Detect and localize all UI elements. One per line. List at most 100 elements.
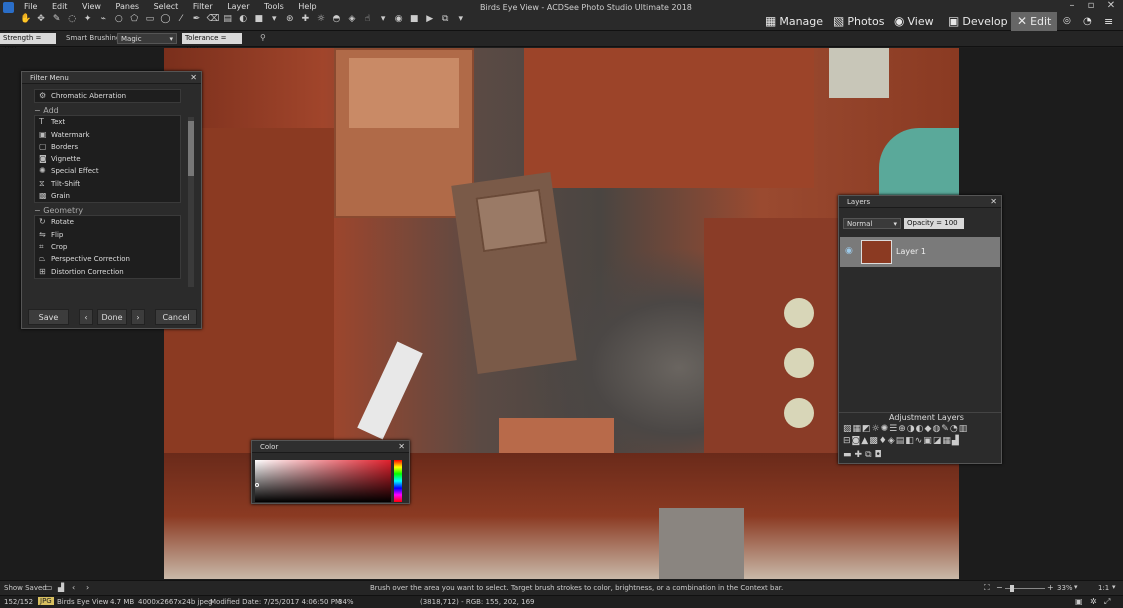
save-icon[interactable]: ▭ (45, 583, 53, 592)
filter-item-tilt-shift[interactable]: ⧖ Tilt-Shift (35, 178, 180, 190)
mode-edit[interactable]: ✕ Edit (1011, 12, 1058, 31)
done-button[interactable]: Done (97, 309, 127, 325)
dropper-tool-icon[interactable]: ⌁ (98, 14, 109, 25)
filter-scrollbar[interactable] (188, 117, 194, 287)
move-tool-icon[interactable]: ✥ (36, 14, 47, 25)
color-swatch-icon[interactable]: ■ (253, 14, 264, 25)
menu-help[interactable]: Help (292, 1, 322, 13)
hsl-icon[interactable]: ◑ (907, 424, 916, 434)
filter-item-rotate[interactable]: ↻ Rotate (35, 216, 180, 228)
mode-develop[interactable]: ▣ Develop (948, 12, 1008, 31)
filter-item-borders[interactable]: ▢ Borders (35, 141, 180, 153)
filter-item-chromatic-aberration[interactable]: ⚙ Chromatic Aberration (35, 90, 180, 102)
filter-item-watermark[interactable]: ▣ Watermark (35, 129, 180, 141)
notification-icon[interactable]: ◔ (1083, 12, 1092, 31)
menu-panes[interactable]: Panes (110, 1, 146, 13)
menu-view[interactable]: View (76, 1, 107, 13)
pyramid-icon[interactable]: ▲ (861, 436, 869, 446)
scrollbar-thumb[interactable] (188, 121, 194, 176)
auto-levels-icon[interactable]: ▦ (853, 424, 863, 434)
filter-item-special-effect[interactable]: ✺ Special Effect (35, 165, 180, 177)
camera-icon[interactable]: ◙ (852, 436, 862, 446)
close-button[interactable]: ✕ (1103, 0, 1119, 12)
gradient-tool-icon[interactable]: ▤ (222, 14, 233, 25)
settings-icon[interactable]: ✲ (1090, 597, 1097, 606)
acdsee-365-icon[interactable]: ◎ (1063, 12, 1071, 31)
brush-tool-icon[interactable]: ✎ (51, 14, 62, 25)
gradient-icon[interactable]: ▤ (896, 436, 906, 446)
shield-icon[interactable]: ◈ (888, 436, 896, 446)
mode-photos[interactable]: ▧ Photos (833, 12, 884, 31)
pen-tool-icon[interactable]: ✒ (191, 14, 202, 25)
cancel-button[interactable]: Cancel (155, 309, 197, 325)
vignette-adj-icon[interactable]: ◔ (950, 424, 959, 434)
line-tool-icon[interactable]: ⁄ (175, 14, 186, 25)
clarity-icon[interactable]: ▣ (923, 436, 933, 446)
fit-icon[interactable]: ⛶ (984, 583, 990, 593)
tone-curve-icon[interactable]: ◩ (862, 424, 872, 434)
exposure-icon[interactable]: ✺ (881, 424, 890, 434)
chevron-down-icon[interactable]: ▾ (455, 14, 466, 25)
mode-view[interactable]: ◉ View (894, 12, 934, 31)
smudge-tool-icon[interactable]: ☝ (362, 14, 373, 25)
add-layer-icon[interactable]: ✚ (855, 450, 866, 460)
filter-item-vignette[interactable]: ◙ Vignette (35, 153, 180, 165)
ellipse-select-icon[interactable]: ◯ (160, 14, 171, 25)
smart-brushing-select[interactable]: Magic ▾ (117, 33, 177, 44)
filter-group-geometry[interactable]: − Geometry (34, 206, 201, 215)
split-tone-icon[interactable]: ◧ (905, 436, 915, 446)
filter-item-text[interactable]: T Text (35, 116, 180, 128)
menu-layer[interactable]: Layer (221, 1, 255, 13)
show-saved-toggle[interactable]: Show Saved (4, 584, 47, 592)
mask-icon[interactable]: ◘ (875, 450, 885, 460)
previous-button[interactable]: ‹ (79, 309, 93, 325)
magic-wand-icon[interactable]: ✦ (82, 14, 93, 25)
filter-item-crop[interactable]: ⌗ Crop (35, 241, 180, 253)
grid-adj-icon[interactable]: ▩ (869, 436, 879, 446)
close-icon[interactable]: ✕ (398, 441, 405, 453)
next-button[interactable]: › (131, 309, 145, 325)
eye-icon[interactable]: ◉ (845, 246, 853, 256)
close-icon[interactable]: ✕ (990, 196, 997, 208)
batch-icon[interactable]: ⧉ (440, 14, 451, 25)
chevron-down-icon[interactable]: ▾ (1074, 583, 1078, 591)
white-balance-icon[interactable]: ☰ (889, 424, 898, 434)
dodge-tool-icon[interactable]: ◓ (331, 14, 342, 25)
eraser-tool-icon[interactable]: ⌫ (207, 14, 220, 25)
tolerance-field[interactable]: Tolerance = 100 (182, 33, 242, 53)
filter-item-distortion-correction[interactable]: ⊞ Distortion Correction (35, 266, 180, 278)
actual-size-button[interactable]: 1:1 (1098, 584, 1109, 592)
red-eye-icon[interactable]: ⊛ (284, 14, 295, 25)
menu-file[interactable]: File (18, 1, 43, 13)
posterize-icon[interactable]: ▦ (942, 436, 952, 446)
levels-icon[interactable]: ▨ (843, 424, 853, 434)
fill-tool-icon[interactable]: ◐ (238, 14, 249, 25)
lasso-select-icon[interactable]: ○ (113, 14, 124, 25)
pin-icon[interactable]: ⚲ (260, 33, 266, 42)
filter-item-grain[interactable]: ▩ Grain (35, 190, 180, 202)
lab-icon[interactable]: ⊟ (843, 436, 852, 446)
hand-tool-icon[interactable]: ✋ (20, 14, 31, 25)
filter-item-perspective-correction[interactable]: ⏢ Perspective Correction (35, 253, 180, 265)
menu-edit[interactable]: Edit (46, 1, 74, 13)
zoom-slider-thumb[interactable] (1010, 585, 1014, 592)
dehaze-icon[interactable]: ∿ (915, 436, 924, 446)
menu-filter[interactable]: Filter (187, 1, 219, 13)
new-layer-icon[interactable]: ▬ (843, 450, 855, 460)
photo-filter-icon[interactable]: ◐ (916, 424, 925, 434)
back-arrow-icon[interactable]: ‹ (72, 583, 75, 592)
histogram-icon[interactable]: ▟ (58, 583, 64, 592)
hue-slider[interactable] (394, 460, 402, 502)
blur-icon[interactable]: ◍ (932, 424, 941, 434)
chevron-down-icon[interactable]: ▾ (378, 14, 389, 25)
blur-tool-icon[interactable]: ◈ (346, 14, 357, 25)
rect-select-icon[interactable]: ▭ (144, 14, 155, 25)
lasso-tool-icon[interactable]: ◌ (67, 14, 78, 25)
heal-tool-icon[interactable]: ✚ (300, 14, 311, 25)
duplicate-layer-icon[interactable]: ⧉ (865, 450, 874, 460)
chevron-down-icon[interactable]: ▾ (1112, 583, 1116, 591)
light-tool-icon[interactable]: ☼ (315, 14, 326, 25)
forward-arrow-icon[interactable]: › (86, 583, 89, 592)
droplet-icon[interactable]: ♦ (879, 436, 888, 446)
minimize-button[interactable]: – (1064, 0, 1080, 12)
